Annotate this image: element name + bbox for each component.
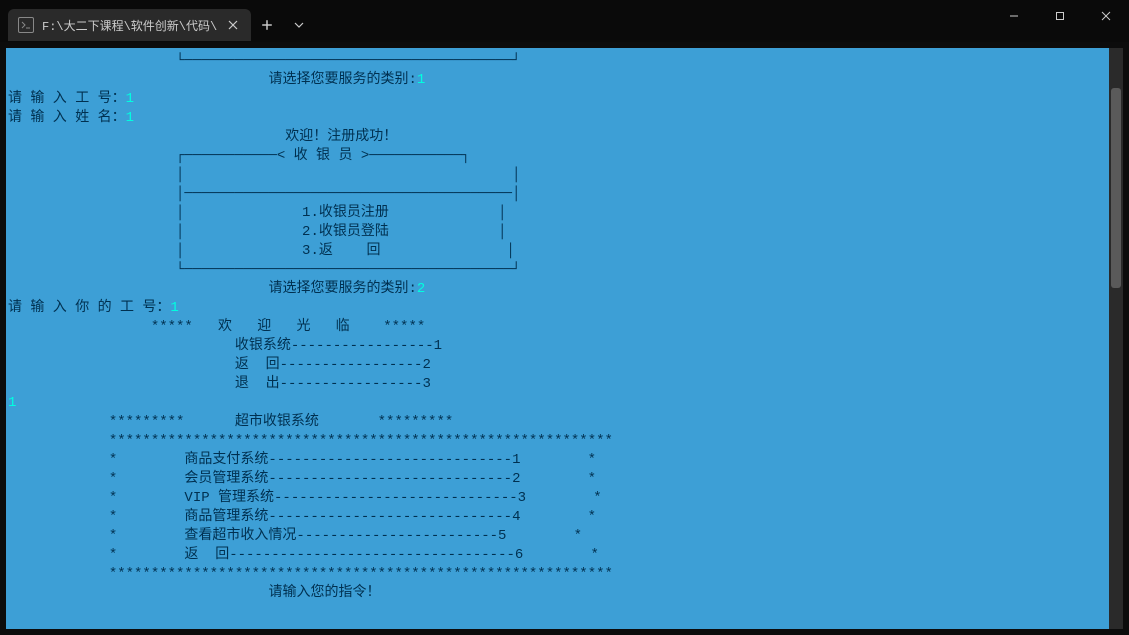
line: 请选择您要服务的类别: <box>8 72 417 88</box>
user-input: 1 <box>170 300 178 316</box>
scrollbar[interactable] <box>1109 48 1123 629</box>
terminal-icon <box>18 17 34 33</box>
line: * 会员管理系统-----------------------------2 * <box>8 471 596 487</box>
line: │ 1.收银员注册 │ <box>8 205 506 221</box>
minimize-button[interactable] <box>991 0 1037 32</box>
window-controls <box>991 0 1129 42</box>
tab-active[interactable]: F:\大二下课程\软件创新\代码\ <box>8 9 251 41</box>
close-window-button[interactable] <box>1083 0 1129 32</box>
tabs-area: F:\大二下课程\软件创新\代码\ <box>0 0 315 42</box>
user-input: 1 <box>126 110 134 126</box>
line: │───────────────────────────────────────… <box>8 186 520 202</box>
line: * 返 回----------------------------------6… <box>8 547 599 563</box>
line: │ 3.返 回 │ <box>8 243 515 259</box>
line: ********* 超市收银系统 ********* <box>8 414 453 430</box>
line: 请 输 入 姓 名： <box>8 110 126 126</box>
line: └───────────────────────────────────────… <box>8 262 520 278</box>
line: * VIP 管理系统-----------------------------3… <box>8 490 602 506</box>
user-input: 1 <box>126 91 134 107</box>
line: 返 回-----------------2 <box>8 357 431 373</box>
line: 请输入您的指令！ <box>8 585 380 601</box>
maximize-button[interactable] <box>1037 0 1083 32</box>
line: * 查看超市收入情况------------------------5 * <box>8 528 582 544</box>
line: 请 输 入 工 号： <box>8 91 126 107</box>
user-input: 1 <box>8 395 16 411</box>
line: 请 输 入 你 的 工 号： <box>8 300 170 316</box>
line: └───────────────────────────────────────… <box>8 53 520 69</box>
line: 退 出-----------------3 <box>8 376 431 392</box>
user-input: 1 <box>417 72 425 88</box>
line: 收银系统-----------------1 <box>8 338 442 354</box>
titlebar: F:\大二下课程\软件创新\代码\ <box>0 0 1129 42</box>
line: ┌───────────< 收 银 员 >───────────┐ <box>8 148 470 164</box>
new-tab-button[interactable] <box>251 9 283 41</box>
line: 请选择您要服务的类别: <box>8 281 417 297</box>
line: ****************************************… <box>8 566 613 582</box>
terminal-output[interactable]: └───────────────────────────────────────… <box>6 48 1109 629</box>
line: * 商品管理系统-----------------------------4 * <box>8 509 596 525</box>
tab-title: F:\大二下课程\软件创新\代码\ <box>42 17 217 34</box>
line: 欢迎！注册成功！ <box>8 129 397 145</box>
line: ****************************************… <box>8 433 613 449</box>
line: │ │ <box>8 167 520 183</box>
line: │ 2.收银员登陆 │ <box>8 224 506 240</box>
line: * 商品支付系统-----------------------------1 * <box>8 452 596 468</box>
user-input: 2 <box>417 281 425 297</box>
close-tab-button[interactable] <box>225 17 241 33</box>
terminal-container: └───────────────────────────────────────… <box>0 42 1129 635</box>
scroll-thumb[interactable] <box>1111 88 1121 288</box>
line: ***** 欢 迎 光 临 ***** <box>8 319 425 335</box>
terminal-window: F:\大二下课程\软件创新\代码\ <box>0 0 1129 635</box>
tab-dropdown-button[interactable] <box>283 9 315 41</box>
